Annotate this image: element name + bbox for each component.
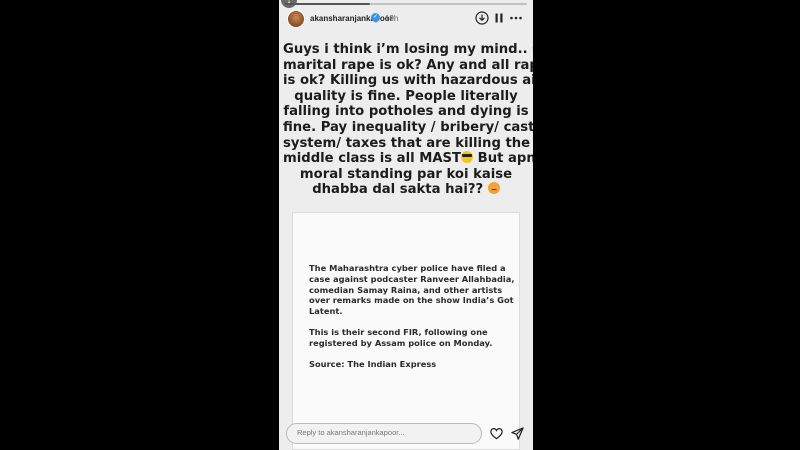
pause-icon[interactable] [492, 11, 506, 25]
verified-badge-icon: ✓ [371, 13, 380, 22]
caption-line: is ok? Killing us with hazardous air [283, 73, 533, 89]
news-source: Source: The Indian Express [309, 358, 437, 369]
news-card-text: The Maharashtra cyber police have filed … [309, 263, 517, 379]
news-paragraph: The Maharashtra cyber police have filed … [309, 263, 515, 317]
send-icon[interactable] [510, 426, 525, 441]
story-header: akansharanjankapoor ✓ 19h [279, 8, 533, 32]
download-icon[interactable] [475, 11, 489, 25]
caption-line: marital rape is ok? Any and all rape [283, 57, 533, 73]
reply-input[interactable] [297, 428, 477, 437]
caption-line: system/ taxes that are killing the [283, 135, 531, 151]
story-progress-bar [285, 3, 527, 5]
caption-line: fine. Pay inequality / bribery/ cast [283, 119, 533, 135]
caption-line: moral standing par koi kaise [299, 166, 513, 182]
caption-line: falling into potholes and dying is [283, 104, 529, 120]
post-time: 19h [385, 14, 399, 23]
caption-text: middle class is all MAST [283, 151, 462, 167]
caption-text: But apne [477, 151, 533, 167]
angry-face-emoji [487, 182, 500, 195]
avatar[interactable] [287, 10, 305, 28]
caption-text: dhabba dal sakta hai?? [312, 182, 484, 198]
smiling-face-with-sunglasses-emoji [461, 151, 474, 164]
more-icon[interactable] [509, 11, 523, 25]
caption-line-with-emoji: middle class is all MAST But apne [283, 151, 533, 167]
heart-icon[interactable] [489, 426, 504, 441]
story-progress-fill [285, 3, 370, 5]
news-paragraph: This is their second FIR, following one … [309, 326, 493, 348]
username[interactable]: akansharanjankapoor [310, 14, 393, 23]
story-caption: Guys i think i’m losing my mind.. so mar… [283, 42, 533, 198]
reply-bar[interactable] [286, 423, 482, 444]
story-viewer: ↓ akansharanjankapoor ✓ 19h Guys i think… [279, 0, 533, 450]
caption-line: Guys i think i’m losing my mind.. so [283, 42, 533, 57]
news-card: The Maharashtra cyber police have filed … [292, 212, 520, 450]
caption-line: quality is fine. People literally [294, 88, 518, 104]
caption-line-with-emoji: dhabba dal sakta hai?? [283, 182, 529, 198]
